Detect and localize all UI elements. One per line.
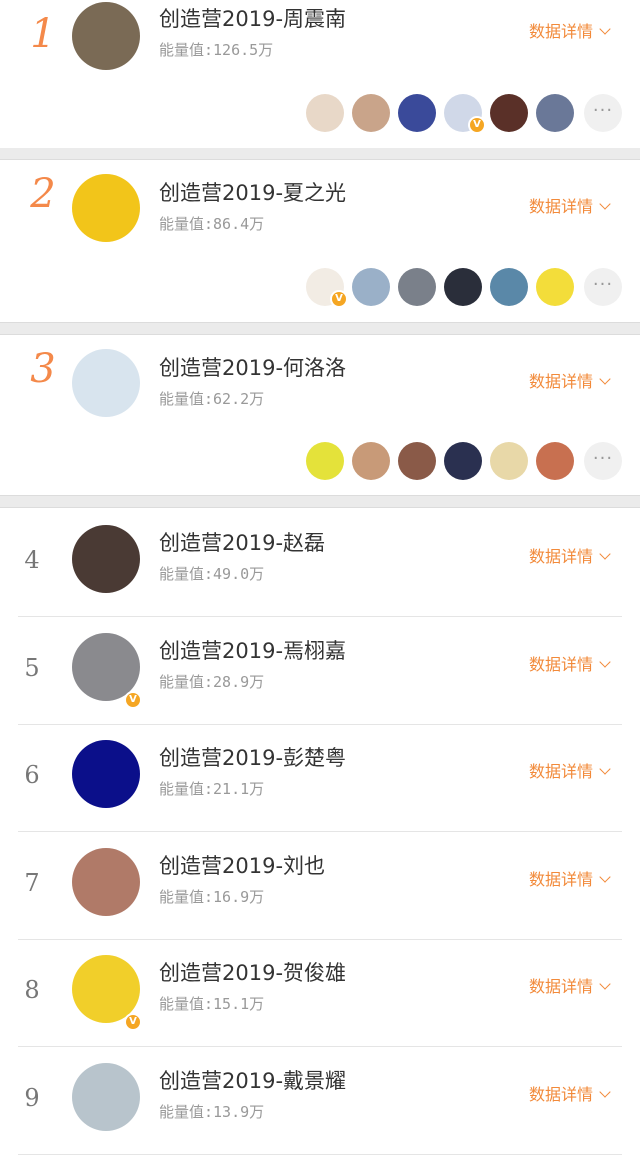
verified-badge-icon: V xyxy=(330,290,348,308)
user-avatar[interactable] xyxy=(72,847,140,916)
user-name[interactable]: 创造营2019-周震南 xyxy=(159,6,346,32)
fan-avatar[interactable] xyxy=(352,442,390,480)
top-rank-card: 1 创造营2019-周震南能量值:126.5万 数据详情 V ··· xyxy=(0,0,640,148)
fan-avatar[interactable] xyxy=(352,94,390,132)
fan-avatar[interactable] xyxy=(398,94,436,132)
top-rank-card: 2 创造营2019-夏之光能量值:86.4万 数据详情 V ··· xyxy=(0,160,640,322)
user-name[interactable]: 创造营2019-夏之光 xyxy=(159,180,346,206)
verified-badge-icon: V xyxy=(124,690,142,709)
fan-avatar[interactable] xyxy=(444,442,482,480)
chevron-down-icon xyxy=(599,373,611,385)
energy-value: 能量值:21.1万 xyxy=(159,780,265,798)
rank-number: 4 xyxy=(24,546,40,574)
verified-badge-icon: V xyxy=(124,1013,142,1031)
more-fans-button[interactable]: ··· xyxy=(584,442,622,480)
more-fans-button[interactable]: ··· xyxy=(584,268,622,306)
top-rank-card: 3 创造营2019-何洛洛能量值:62.2万 数据详情 ··· xyxy=(0,335,640,495)
fan-avatar[interactable] xyxy=(536,268,574,306)
user-avatar[interactable] xyxy=(72,2,140,70)
chevron-down-icon xyxy=(599,23,611,35)
energy-value: 能量值:49.0万 xyxy=(159,565,265,583)
rank-number: 6 xyxy=(24,761,40,789)
fan-avatar[interactable] xyxy=(306,442,344,480)
data-detail-label: 数据详情 xyxy=(529,197,594,216)
user-name[interactable]: 创造营2019-刘也 xyxy=(159,853,325,879)
fan-avatar[interactable] xyxy=(306,94,344,132)
data-detail-button[interactable]: 数据详情 xyxy=(529,546,611,568)
energy-value: 能量值:28.9万 xyxy=(159,672,265,691)
chevron-down-icon xyxy=(599,655,611,668)
energy-value: 能量值:62.2万 xyxy=(159,390,265,408)
fan-avatar[interactable] xyxy=(536,442,574,480)
rank-row: 4 创造营2019-赵磊能量值:49.0万 数据详情 xyxy=(0,510,640,617)
chevron-down-icon xyxy=(599,870,611,883)
data-detail-label: 数据详情 xyxy=(529,372,594,391)
data-detail-label: 数据详情 xyxy=(529,654,594,674)
verified-badge-icon: V xyxy=(468,116,486,134)
user-avatar[interactable] xyxy=(72,1062,140,1131)
user-avatar[interactable] xyxy=(72,174,140,242)
rank-row: 5 V 创造营2019-焉栩嘉能量值:28.9万 数据详情 xyxy=(0,617,640,725)
section-separator xyxy=(0,495,640,508)
row-divider xyxy=(18,1153,622,1155)
energy-value: 能量值:126.5万 xyxy=(159,41,274,59)
rank-row: 8 V 创造营2019-贺俊雄能量值:15.1万 数据详情 xyxy=(0,940,640,1047)
rank-row: 9 创造营2019-戴景耀能量值:13.9万 数据详情 xyxy=(0,1047,640,1155)
energy-value: 能量值:13.9万 xyxy=(159,1102,265,1121)
fan-avatar[interactable] xyxy=(536,94,574,132)
data-detail-button[interactable]: 数据详情 xyxy=(529,196,611,218)
section-separator xyxy=(0,322,640,335)
fan-avatar[interactable] xyxy=(398,268,436,306)
rank-number: 9 xyxy=(24,1083,40,1112)
fan-avatar[interactable] xyxy=(490,94,528,132)
fan-avatar[interactable] xyxy=(352,268,390,306)
energy-value: 能量值:86.4万 xyxy=(159,215,265,233)
chevron-down-icon xyxy=(599,198,611,210)
section-separator xyxy=(0,147,640,160)
data-detail-label: 数据详情 xyxy=(529,977,594,996)
data-detail-label: 数据详情 xyxy=(529,1084,594,1104)
data-detail-button[interactable]: 数据详情 xyxy=(529,869,611,891)
more-fans-button[interactable]: ··· xyxy=(584,94,622,132)
user-name[interactable]: 创造营2019-彭楚粤 xyxy=(159,745,346,771)
fan-avatar[interactable] xyxy=(444,268,482,306)
energy-value: 能量值:16.9万 xyxy=(159,887,265,906)
user-avatar[interactable] xyxy=(72,740,140,808)
data-detail-button[interactable]: 数据详情 xyxy=(529,654,611,676)
rank-number: 8 xyxy=(24,976,40,1004)
rank-number: 3 xyxy=(30,346,56,392)
data-detail-button[interactable]: 数据详情 xyxy=(529,976,611,998)
data-detail-button[interactable]: 数据详情 xyxy=(529,21,611,43)
rank-row: 6 创造营2019-彭楚粤能量值:21.1万 数据详情 xyxy=(0,725,640,832)
rank-number: 7 xyxy=(24,868,40,897)
rank-number: 5 xyxy=(24,653,40,682)
data-detail-label: 数据详情 xyxy=(529,22,594,41)
chevron-down-icon xyxy=(599,763,611,775)
rank-number: 1 xyxy=(30,11,56,57)
fan-avatar[interactable] xyxy=(490,268,528,306)
chevron-down-icon xyxy=(599,1085,611,1098)
user-name[interactable]: 创造营2019-何洛洛 xyxy=(159,355,346,381)
data-detail-button[interactable]: 数据详情 xyxy=(529,761,611,783)
user-name[interactable]: 创造营2019-赵磊 xyxy=(159,530,325,556)
fan-avatar[interactable] xyxy=(490,442,528,480)
data-detail-label: 数据详情 xyxy=(529,869,594,889)
data-detail-label: 数据详情 xyxy=(529,762,594,781)
user-name[interactable]: 创造营2019-贺俊雄 xyxy=(159,960,346,986)
user-name[interactable]: 创造营2019-焉栩嘉 xyxy=(159,638,346,664)
user-avatar[interactable] xyxy=(72,349,140,417)
rank-number: 2 xyxy=(30,171,56,217)
data-detail-button[interactable]: 数据详情 xyxy=(529,371,611,393)
rank-row: 7 创造营2019-刘也能量值:16.9万 数据详情 xyxy=(0,832,640,940)
data-detail-label: 数据详情 xyxy=(529,547,594,566)
user-avatar[interactable] xyxy=(72,525,140,593)
energy-value: 能量值:15.1万 xyxy=(159,995,265,1013)
user-name[interactable]: 创造营2019-戴景耀 xyxy=(159,1068,346,1094)
data-detail-button[interactable]: 数据详情 xyxy=(529,1084,611,1106)
fan-avatar[interactable] xyxy=(398,442,436,480)
chevron-down-icon xyxy=(599,978,611,990)
chevron-down-icon xyxy=(599,548,611,560)
